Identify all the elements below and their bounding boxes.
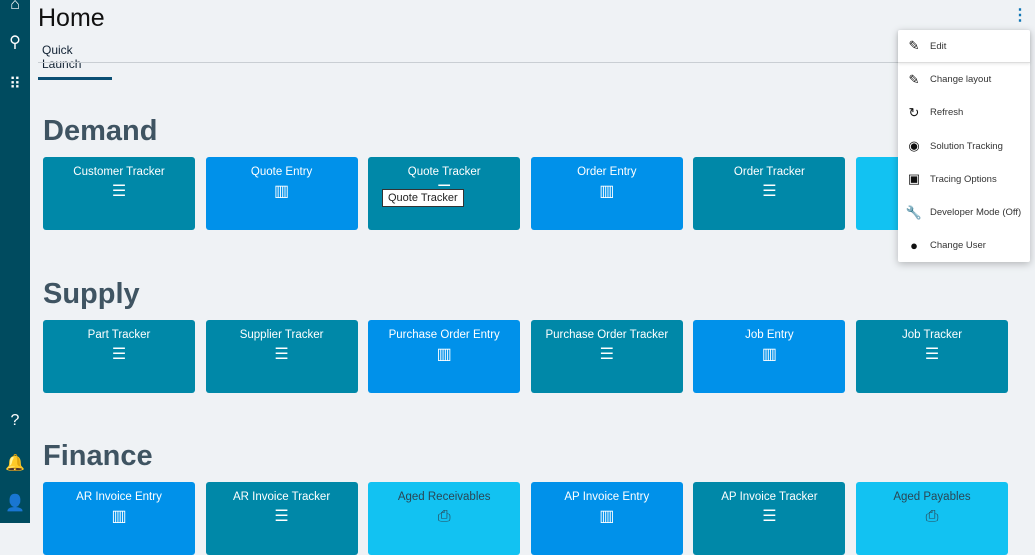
tab-divider (38, 62, 1018, 63)
options-menu: ✎ Edit ✎ Change layout ↻ Refresh ◉ Solution Tra… (898, 30, 1030, 262)
bell-icon[interactable]: 🔔 (0, 450, 30, 476)
tile-order-entry[interactable]: Order Entry ▥ (530, 157, 683, 230)
entry-icon: ▥ (436, 346, 452, 363)
tile-purchase-order-tracker[interactable]: Purchase Order Tracker ☰ (530, 320, 683, 393)
eye-icon: ◉ (908, 138, 920, 154)
tracker-icon: ☰ (924, 346, 940, 363)
tile-label: Order Entry (577, 166, 637, 178)
tracker-icon: ☰ (762, 183, 777, 200)
wrench-icon: 🔧 (905, 204, 923, 220)
tile-purchase-order-entry[interactable]: Purchase Order Entry ▥ (368, 320, 521, 393)
refresh-icon: ↻ (908, 104, 920, 120)
menu-item-label: Change User (930, 240, 986, 252)
tile-part-tracker[interactable]: Part Tracker ☰ (43, 320, 195, 393)
tile-ap-invoice-tracker[interactable]: AP Invoice Tracker ☰ (693, 482, 846, 555)
tile-label: Customer Tracker (73, 166, 165, 178)
person-icon: ● (910, 238, 918, 254)
tile-label: Purchase Order Entry (388, 329, 500, 341)
tile-label: AP Invoice Entry (564, 491, 650, 503)
tile-label: Job Entry (745, 329, 794, 341)
menu-item-label: Edit (930, 40, 947, 52)
pencil-icon: ✎ (908, 38, 920, 53)
menu-item-change-layout[interactable]: ✎ Change layout (898, 63, 1030, 96)
entry-icon: ▥ (761, 346, 777, 363)
menu-item-change-user[interactable]: ● Change User (898, 229, 1030, 262)
page-title: Home (38, 4, 105, 32)
tile-label: Job Tracker (901, 329, 963, 341)
trace-icon: ▣ (907, 171, 921, 187)
entry-icon: ▥ (274, 183, 290, 200)
tile-label: Order Tracker (733, 166, 805, 178)
more-options-icon[interactable]: ⋮ (1012, 8, 1028, 24)
menu-item-solution-tracking[interactable]: ◉ Solution Tracking (898, 130, 1030, 163)
tile-label: Quote Entry (250, 166, 313, 178)
tile-ar-invoice-entry[interactable]: AR Invoice Entry ▥ (43, 482, 195, 555)
apps-grid-icon[interactable]: ⠿ (0, 71, 30, 97)
tile-label: Purchase Order Tracker (545, 329, 669, 341)
entry-icon: ▥ (599, 183, 615, 200)
tile-label: AR Invoice Tracker (233, 491, 331, 503)
section-heading: Demand (43, 115, 158, 147)
tooltip: Quote Tracker (382, 189, 464, 207)
home-icon[interactable]: ⌂ (0, 0, 30, 18)
menu-item-edit[interactable]: ✎ Edit (898, 30, 1030, 63)
tile-label: Aged Receivables (397, 491, 491, 503)
tile-label: AR Invoice Entry (76, 491, 162, 503)
tracker-icon: ☰ (111, 183, 127, 200)
tile-label: Part Tracker (87, 329, 151, 341)
menu-item-developer-mode-off[interactable]: 🔧 Developer Mode (Off) (898, 196, 1030, 229)
tile-ar-invoice-tracker[interactable]: AR Invoice Tracker ☰ (205, 482, 358, 555)
tile-quote-entry[interactable]: Quote Entry ▥ (205, 157, 358, 230)
section-heading: Supply (43, 278, 140, 310)
menu-item-refresh[interactable]: ↻ Refresh (898, 96, 1030, 129)
tile-job-tracker[interactable]: Job Tracker ☰ (856, 320, 1008, 393)
tracker-icon: ☰ (111, 346, 127, 363)
menu-item-label: Refresh (930, 107, 964, 119)
pencil-icon: ✎ (908, 71, 920, 87)
menu-item-label: Solution Tracking (930, 140, 1003, 152)
menu-item-label: Tracing Options (930, 173, 997, 185)
section-heading: Finance (43, 440, 153, 472)
tile-label: Supplier Tracker (239, 329, 324, 341)
menu-item-label: Developer Mode (Off) (930, 207, 1022, 218)
tile-aged-payables[interactable]: Aged Payables ⎙ (856, 482, 1008, 555)
tile-label: AP Invoice Tracker (721, 491, 818, 503)
tile-aged-receivables[interactable]: Aged Receivables ⎙ (368, 482, 521, 555)
tile-job-entry[interactable]: Job Entry ▥ (693, 320, 846, 393)
tile-customer-tracker[interactable]: Customer Tracker ☰ (43, 157, 195, 230)
tile-label: Aged Payables (893, 491, 971, 503)
help-icon[interactable]: ? (0, 408, 30, 434)
tracker-icon: ☰ (274, 346, 289, 363)
tile-order-tracker[interactable]: Order Tracker ☰ (693, 157, 846, 230)
menu-item-tracing-options[interactable]: ▣ Tracing Options (898, 163, 1030, 196)
tile-supplier-tracker[interactable]: Supplier Tracker ☰ (205, 320, 358, 393)
menu-item-label: Change layout (930, 74, 992, 86)
search-icon[interactable]: ⚲ (0, 29, 30, 55)
sidebar: ⌂ ⚲ ⠿? 🔔 👤 (0, 0, 30, 523)
tile-ap-invoice-entry[interactable]: AP Invoice Entry ▥ (530, 482, 683, 555)
tile-label: Quote Tracker (407, 166, 481, 178)
tracker-icon: ☰ (599, 346, 614, 363)
user-icon[interactable]: 👤 (0, 490, 30, 516)
